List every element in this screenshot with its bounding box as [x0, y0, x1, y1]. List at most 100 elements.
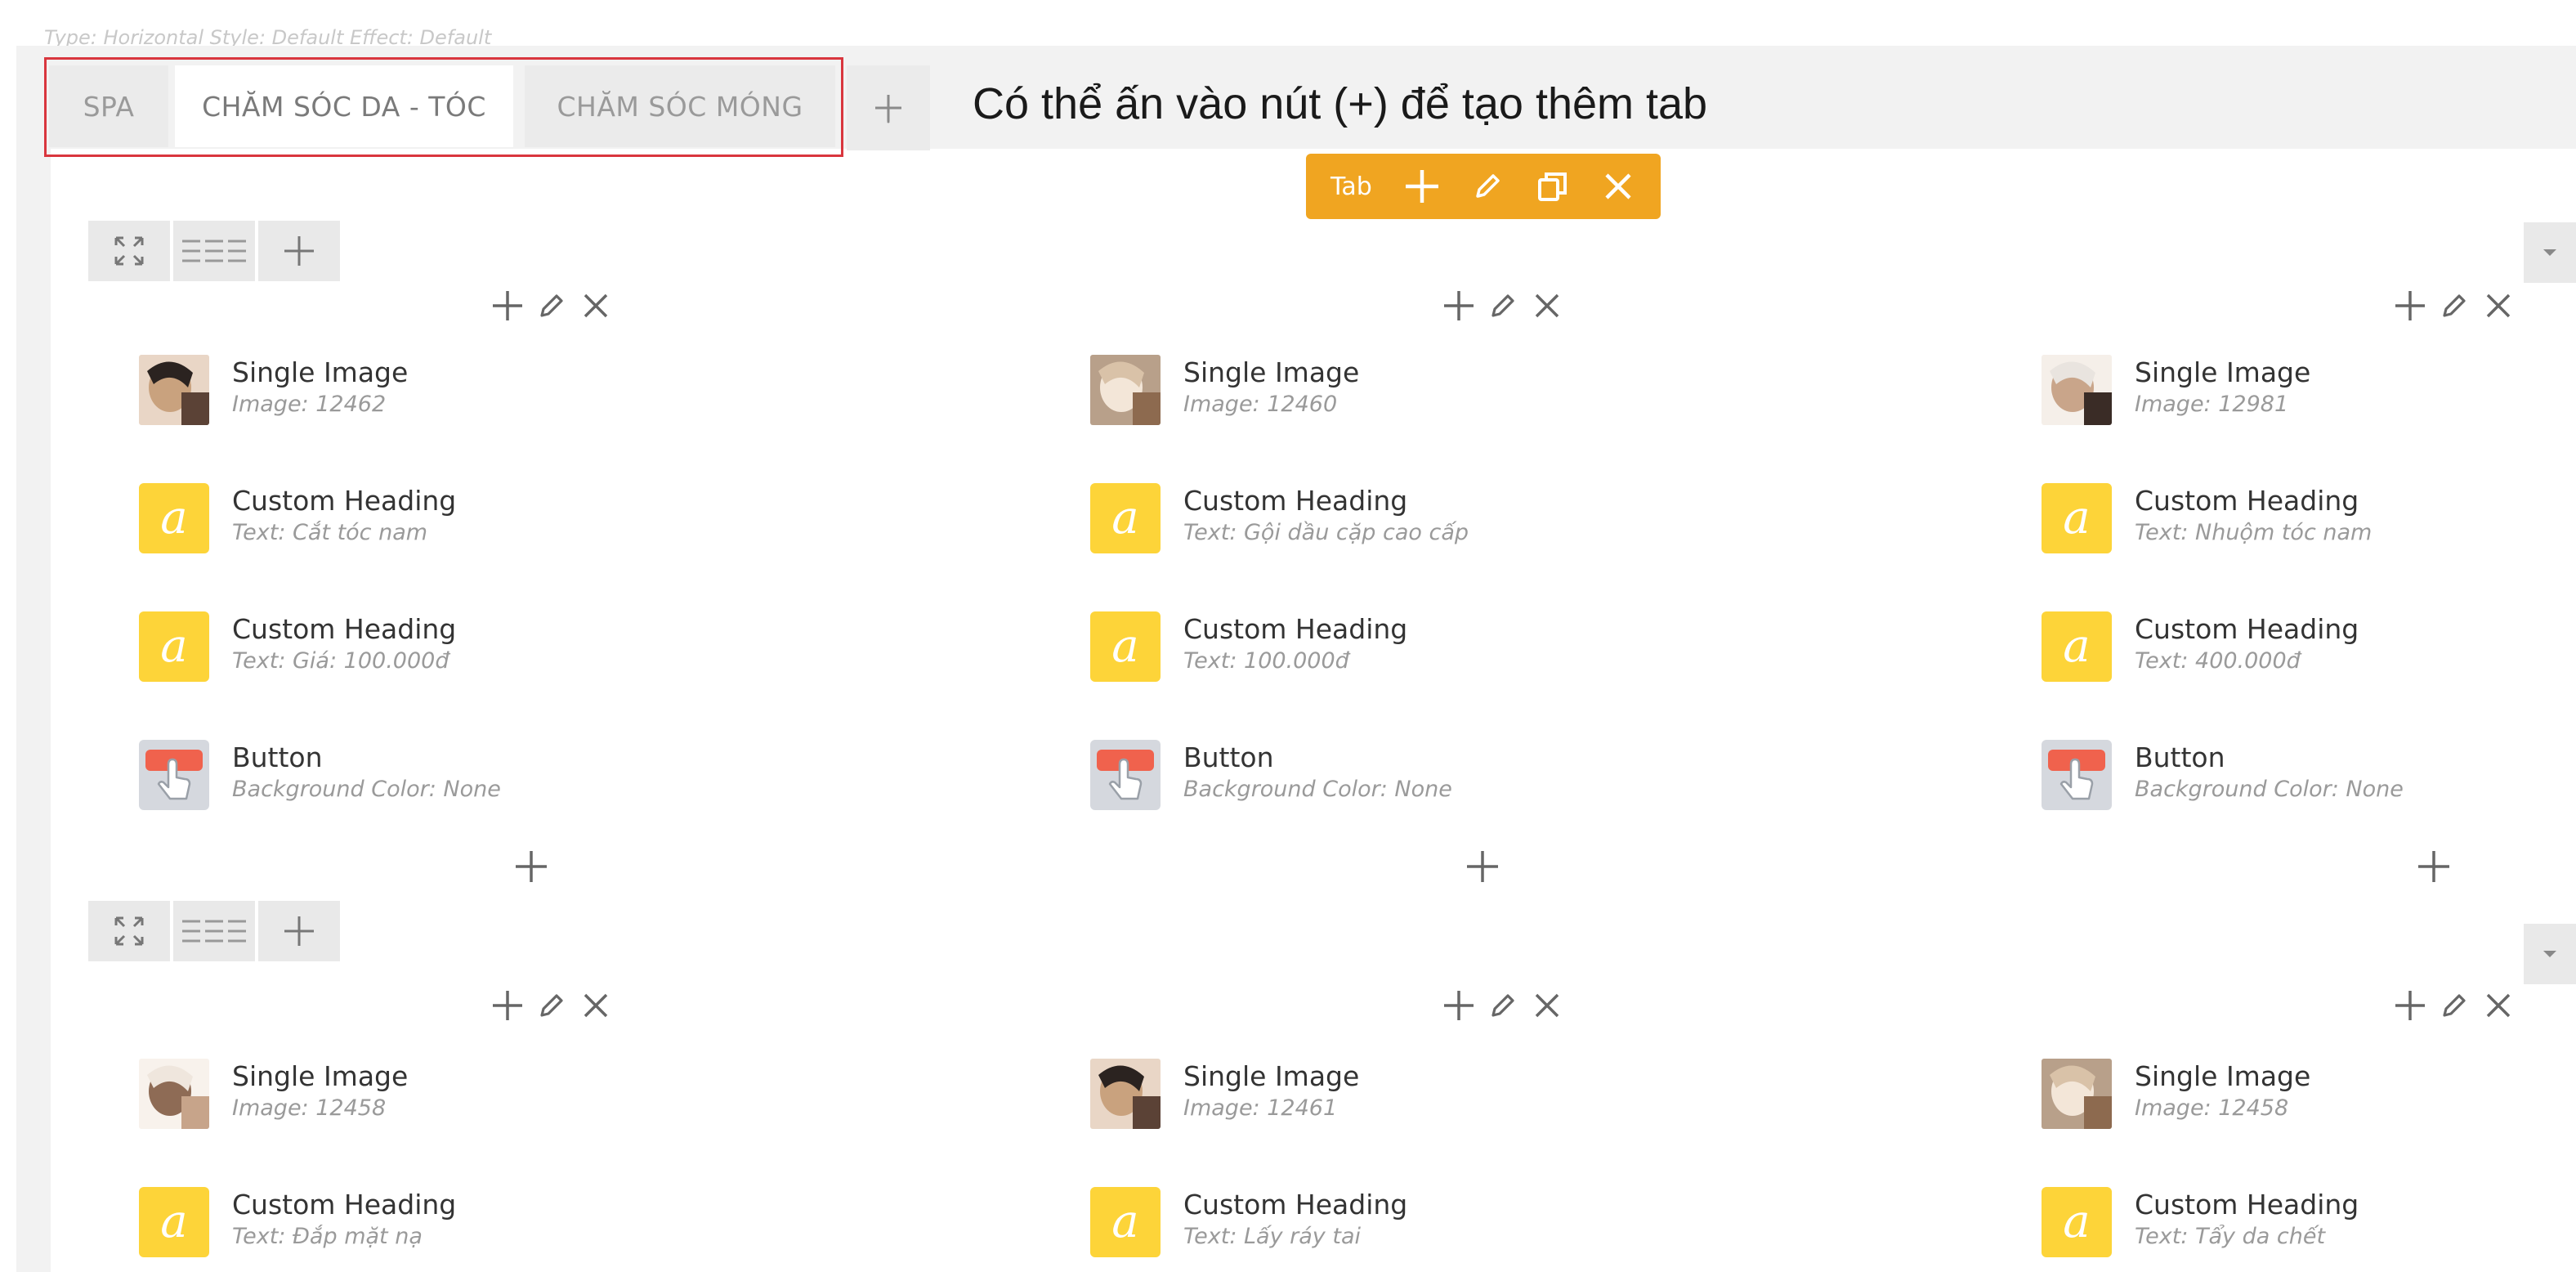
edit-column-button[interactable]	[530, 281, 574, 330]
custom-heading-element[interactable]: a Custom Heading Text: Đắp mặt nạ	[139, 1187, 456, 1257]
add-column-element-button[interactable]	[485, 281, 530, 330]
custom-heading-element[interactable]: a Custom Heading Text: Cắt tóc nam	[139, 483, 456, 553]
pencil-icon	[2443, 294, 2466, 317]
add-row-element-button[interactable]	[258, 901, 340, 961]
plus-icon	[2418, 851, 2449, 882]
element-title: Custom Heading	[2135, 613, 2359, 645]
custom-heading-element[interactable]: a Custom Heading Text: 400.000đ	[2042, 611, 2359, 682]
single-image-element[interactable]: Single Image Image: 12458	[139, 1059, 408, 1129]
element-subtitle: Image: 12458	[232, 1095, 387, 1121]
add-column-element-button[interactable]	[1437, 281, 1481, 330]
plus-icon	[284, 916, 314, 946]
add-element-to-column-button[interactable]	[2409, 842, 2458, 891]
image-thumbnail	[1090, 355, 1161, 425]
single-image-element[interactable]: Single Image Image: 12461	[1090, 1059, 1359, 1129]
element-title: Single Image	[1183, 1060, 1360, 1092]
clone-tab-button[interactable]	[1520, 154, 1585, 219]
row-layout-button[interactable]	[173, 901, 255, 961]
plus-icon	[1406, 170, 1438, 203]
arrows-expand-icon	[114, 236, 144, 266]
edit-tab-button[interactable]	[1455, 154, 1520, 219]
element-subtitle: Text: Gội dầu cặp cao cấp	[1183, 520, 1469, 545]
element-subtitle: Image: 12460	[1183, 392, 1338, 417]
add-element-to-column-button[interactable]	[1458, 842, 1507, 891]
heading-icon: a	[1090, 611, 1161, 682]
heading-icon: a	[2042, 1187, 2112, 1257]
heading-icon: a	[1090, 1187, 1161, 1257]
pencil-icon	[1491, 994, 1514, 1017]
add-element-button[interactable]	[1389, 154, 1455, 219]
delete-column-button[interactable]	[2476, 281, 2520, 330]
edit-column-button[interactable]	[1481, 281, 1525, 330]
image-thumbnail	[139, 1059, 209, 1129]
custom-heading-element[interactable]: a Custom Heading Text: Giá: 100.000đ	[139, 611, 456, 682]
add-column-element-button[interactable]	[2388, 281, 2432, 330]
row-dropdown-toggle[interactable]	[2524, 222, 2576, 283]
edit-column-button[interactable]	[530, 981, 574, 1030]
element-subtitle: Text: Giá: 100.000đ	[232, 648, 449, 674]
close-icon	[1535, 293, 1559, 318]
custom-heading-element[interactable]: a Custom Heading Text: Nhuộm tóc nam	[2042, 483, 2372, 553]
row-dropdown-toggle[interactable]	[2524, 924, 2576, 984]
image-thumbnail	[139, 355, 209, 425]
row-move-handle[interactable]	[88, 221, 170, 281]
button-icon	[2042, 740, 2112, 810]
page-builder: Type: Horizontal Style: Default Effect: …	[0, 0, 2576, 1272]
delete-column-button[interactable]	[2476, 981, 2520, 1030]
element-subtitle: Image: 12981	[2135, 392, 2289, 417]
element-title: Single Image	[2135, 1060, 2311, 1092]
element-subtitle: Text: Cắt tóc nam	[232, 520, 428, 545]
element-title: Custom Heading	[1183, 613, 1408, 645]
delete-tab-button[interactable]	[1585, 154, 1651, 219]
element-title: Custom Heading	[232, 613, 457, 645]
add-column-element-button[interactable]	[485, 981, 530, 1030]
delete-column-button[interactable]	[574, 281, 618, 330]
custom-heading-element[interactable]: a Custom Heading Text: Tẩy da chết	[2042, 1187, 2359, 1257]
add-column-element-button[interactable]	[2388, 981, 2432, 1030]
add-column-element-button[interactable]	[1437, 981, 1481, 1030]
button-element[interactable]: Button Background Color: None	[1090, 740, 1452, 810]
add-row-element-button[interactable]	[258, 221, 340, 281]
image-thumbnail	[2042, 1059, 2112, 1129]
custom-heading-element[interactable]: a Custom Heading Text: Lấy ráy tai	[1090, 1187, 1407, 1257]
single-image-element[interactable]: Single Image Image: 12458	[2042, 1059, 2310, 1129]
add-tab-button[interactable]	[847, 65, 930, 150]
column-tools	[485, 981, 618, 1030]
element-subtitle: Image: 12462	[232, 392, 387, 417]
edit-column-button[interactable]	[2432, 281, 2476, 330]
button-icon	[1090, 740, 1161, 810]
columns-layout-icon	[182, 920, 246, 943]
column-tools	[1437, 281, 1569, 330]
plus-icon	[2395, 991, 2425, 1020]
edit-column-button[interactable]	[2432, 981, 2476, 1030]
tabs-settings-summary: Type: Horizontal Style: Default Effect: …	[44, 28, 492, 47]
button-element[interactable]: Button Background Color: None	[2042, 740, 2404, 810]
edit-column-button[interactable]	[1481, 981, 1525, 1030]
add-element-to-column-button[interactable]	[507, 842, 556, 891]
delete-column-button[interactable]	[1525, 981, 1569, 1030]
element-title: Custom Heading	[232, 1189, 457, 1220]
columns-layout-icon	[182, 240, 246, 262]
button-element[interactable]: Button Background Color: None	[139, 740, 501, 810]
plus-icon	[493, 291, 522, 320]
arrows-expand-icon	[114, 916, 144, 946]
element-subtitle: Text: Lấy ráy tai	[1183, 1224, 1362, 1249]
image-thumbnail	[2042, 355, 2112, 425]
custom-heading-element[interactable]: a Custom Heading Text: Gội dầu cặp cao cấp	[1090, 483, 1469, 553]
element-title: Custom Heading	[1183, 485, 1408, 517]
single-image-element[interactable]: Single Image Image: 12462	[139, 355, 408, 425]
close-icon	[1605, 173, 1631, 199]
row-move-handle[interactable]	[88, 901, 170, 961]
single-image-element[interactable]: Single Image Image: 12981	[2042, 355, 2310, 425]
close-icon	[584, 293, 608, 318]
row-layout-button[interactable]	[173, 221, 255, 281]
element-subtitle: Text: 400.000đ	[2135, 648, 2301, 674]
close-icon	[2486, 293, 2511, 318]
delete-column-button[interactable]	[1525, 281, 1569, 330]
delete-column-button[interactable]	[574, 981, 618, 1030]
element-subtitle: Text: 100.000đ	[1183, 648, 1349, 674]
custom-heading-element[interactable]: a Custom Heading Text: 100.000đ	[1090, 611, 1407, 682]
single-image-element[interactable]: Single Image Image: 12460	[1090, 355, 1359, 425]
element-title: Button	[1183, 741, 1274, 773]
heading-icon: a	[139, 1187, 209, 1257]
